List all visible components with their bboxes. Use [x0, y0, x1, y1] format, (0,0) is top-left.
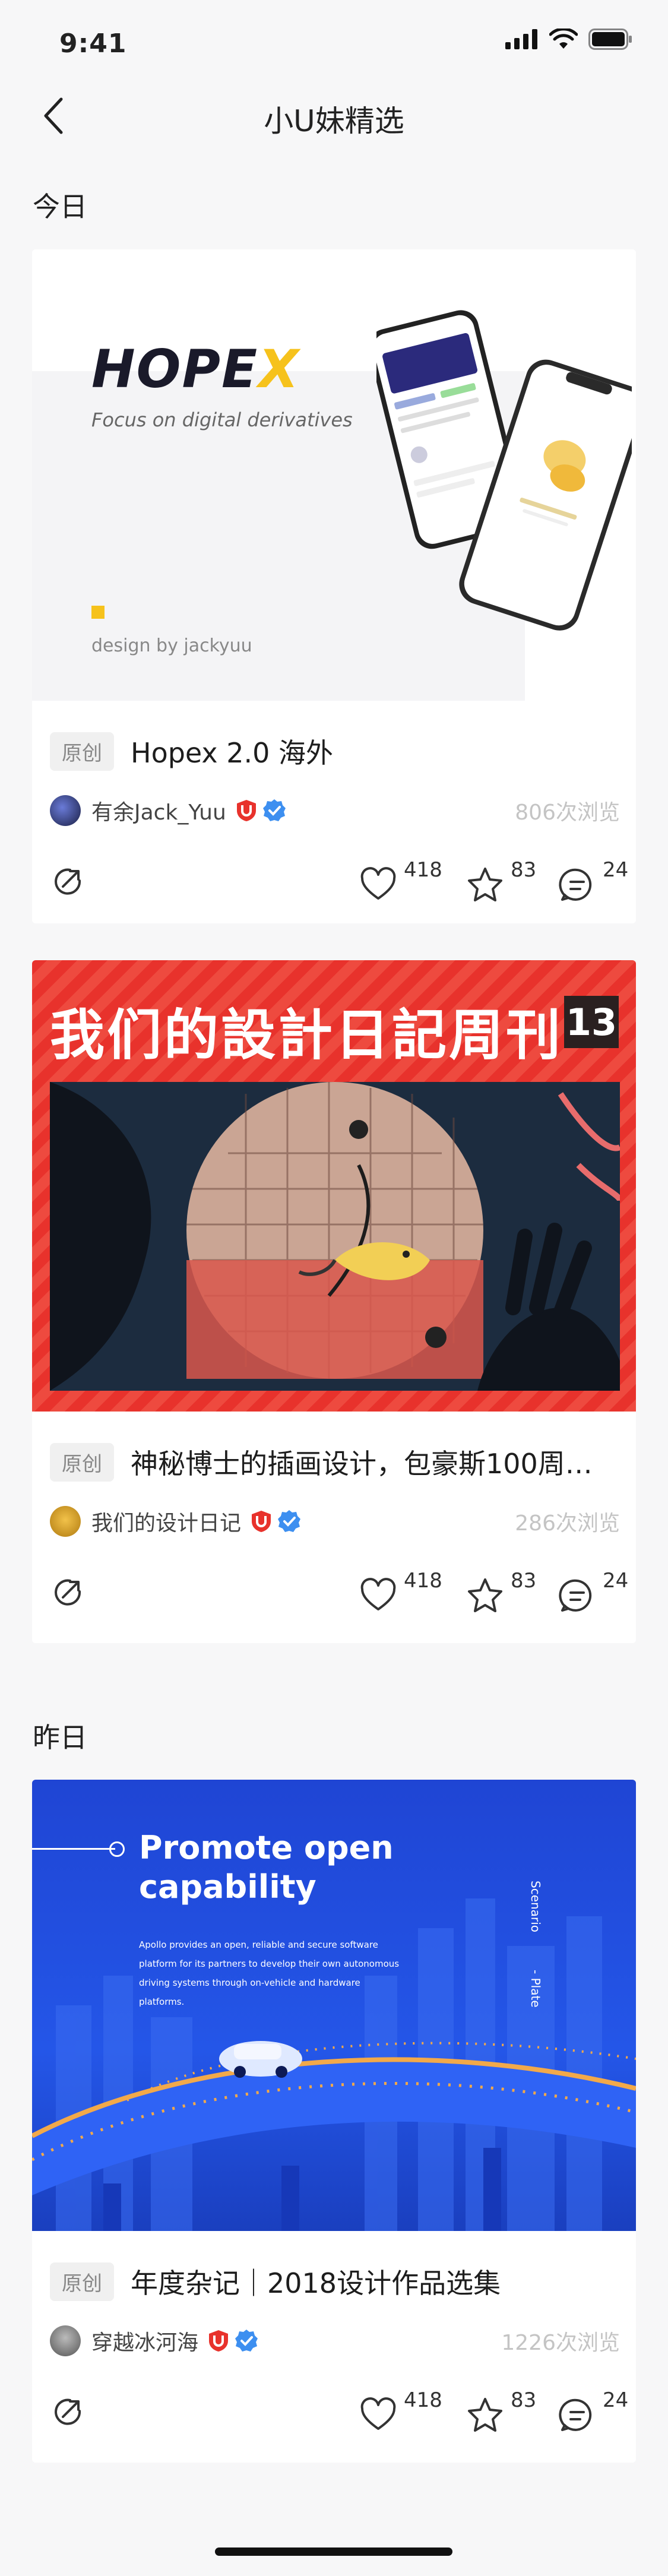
card-title-row: 原创 神秘博士的插画设计，包豪斯100周… [50, 1441, 620, 1483]
hopex-tagline: Focus on digital derivatives [91, 409, 353, 431]
article-card[interactable]: 我们的設計日記周刊 13 原创 神秘博士的插画设计，包豪斯100周… 我们的设计… [32, 960, 636, 1643]
star-icon [468, 2398, 502, 2432]
favorite-button[interactable]: 83 [466, 858, 536, 906]
status-time: 9:41 [59, 29, 127, 59]
comment-icon [559, 868, 592, 901]
cover-side-label-2: - Plate [528, 1970, 543, 2008]
like-button[interactable]: 418 [359, 2388, 442, 2436]
avatar[interactable] [50, 1506, 81, 1537]
avatar[interactable] [50, 2325, 81, 2356]
page-title: 小U妹精选 [264, 104, 404, 138]
action-row: 418 83 24 [50, 1569, 628, 1616]
comment-count: 24 [603, 2388, 629, 2412]
wifi-icon [549, 29, 578, 49]
comment-icon [559, 2398, 592, 2431]
card-title[interactable]: Hopex 2.0 海外 [131, 732, 333, 771]
card-cover-image[interactable]: 我们的設計日記周刊 13 [32, 960, 636, 1412]
battery-icon [588, 29, 632, 50]
comment-count: 24 [603, 858, 629, 882]
author-name[interactable]: 有余Jack_Yuu [91, 795, 226, 826]
yellow-square [91, 606, 105, 619]
article-card[interactable]: HOPEX Focus on digital derivatives desig… [32, 249, 636, 923]
nav-bar: 小U妹精选 [0, 78, 668, 157]
section-title-today: 今日 [33, 191, 87, 223]
card-cover-image[interactable]: Promote open capability Apollo provides … [32, 1780, 636, 2231]
magazine-headline: 我们的設計日記周刊 [50, 1004, 563, 1067]
card-title-row: 原创 Hopex 2.0 海外 [50, 730, 620, 772]
favorite-button[interactable]: 83 [466, 2388, 536, 2436]
favorite-button[interactable]: 83 [466, 1569, 536, 1616]
share-icon[interactable] [50, 2393, 88, 2431]
heart-icon [360, 2397, 396, 2430]
status-bar: 9:41 [0, 0, 668, 78]
article-card[interactable]: Promote open capability Apollo provides … [32, 1780, 636, 2463]
signal-icon [505, 29, 537, 49]
illustration [50, 1082, 620, 1391]
home-indicator[interactable] [215, 2547, 452, 2556]
hopex-logo: HOPEX [91, 338, 300, 400]
original-tag: 原创 [50, 2262, 114, 2301]
issue-number: 13 [564, 996, 619, 1048]
view-count: 286次浏览 [515, 1511, 620, 1536]
title-dot [109, 1841, 125, 1857]
title-rule [32, 1848, 115, 1850]
section-title-yesterday: 昨日 [33, 1721, 87, 1754]
star-count: 83 [511, 858, 537, 882]
heart-icon [360, 1578, 396, 1610]
like-count: 418 [404, 2388, 442, 2412]
card-cover-image[interactable]: HOPEX Focus on digital derivatives desig… [32, 249, 636, 701]
comment-button[interactable]: 24 [558, 1569, 628, 1616]
like-count: 418 [404, 1569, 442, 1593]
card-title[interactable]: 神秘博士的插画设计，包豪斯100周… [131, 1442, 593, 1482]
author-name[interactable]: 我们的设计日记 [91, 1506, 241, 1537]
star-icon [468, 1578, 502, 1612]
author-row: 有余Jack_Yuu 806次浏览 [50, 793, 620, 828]
original-tag: 原创 [50, 732, 114, 771]
verified-icon [278, 1510, 301, 1532]
like-count: 418 [404, 858, 442, 882]
author-row: 穿越冰河海 1226次浏览 [50, 2323, 620, 2359]
like-button[interactable]: 418 [359, 1569, 442, 1616]
hopex-credit: design by jackyuu [91, 635, 252, 656]
star-count: 83 [511, 1569, 537, 1593]
status-icons [505, 29, 632, 50]
comment-button[interactable]: 24 [558, 2388, 628, 2436]
avatar[interactable] [50, 795, 81, 826]
u-badge-icon [252, 1511, 271, 1532]
comment-button[interactable]: 24 [558, 858, 628, 906]
view-count: 1226次浏览 [501, 2331, 620, 2355]
share-icon[interactable] [50, 1574, 88, 1612]
heart-icon [360, 867, 396, 900]
comment-count: 24 [603, 1569, 629, 1593]
card-title[interactable]: 年度杂记｜2018设计作品选集 [131, 2262, 501, 2301]
star-icon [468, 868, 502, 901]
action-row: 418 83 24 [50, 858, 628, 906]
cover-headline: Promote open capability [139, 1828, 394, 1907]
cover-headline-line2: capability [139, 1868, 316, 1906]
u-badge-icon [209, 2330, 229, 2352]
action-row: 418 83 24 [50, 2388, 628, 2436]
verified-icon [262, 799, 286, 821]
cover-headline-line1: Promote open [139, 1829, 394, 1866]
cover-body: Apollo provides an open, reliable and se… [139, 1939, 400, 2007]
cover-side-label-1: Scenario [528, 1881, 543, 1932]
like-button[interactable]: 418 [359, 858, 442, 906]
verified-icon [235, 2330, 258, 2352]
original-tag: 原创 [50, 1442, 114, 1482]
u-badge-icon [236, 800, 256, 821]
author-row: 我们的设计日记 286次浏览 [50, 1504, 620, 1539]
share-icon[interactable] [50, 863, 88, 901]
comment-icon [559, 1579, 592, 1612]
card-title-row: 原创 年度杂记｜2018设计作品选集 [50, 2261, 620, 2302]
star-count: 83 [511, 2388, 537, 2412]
view-count: 806次浏览 [515, 800, 620, 825]
author-name[interactable]: 穿越冰河海 [91, 2325, 198, 2356]
phone-mockups [376, 310, 632, 631]
